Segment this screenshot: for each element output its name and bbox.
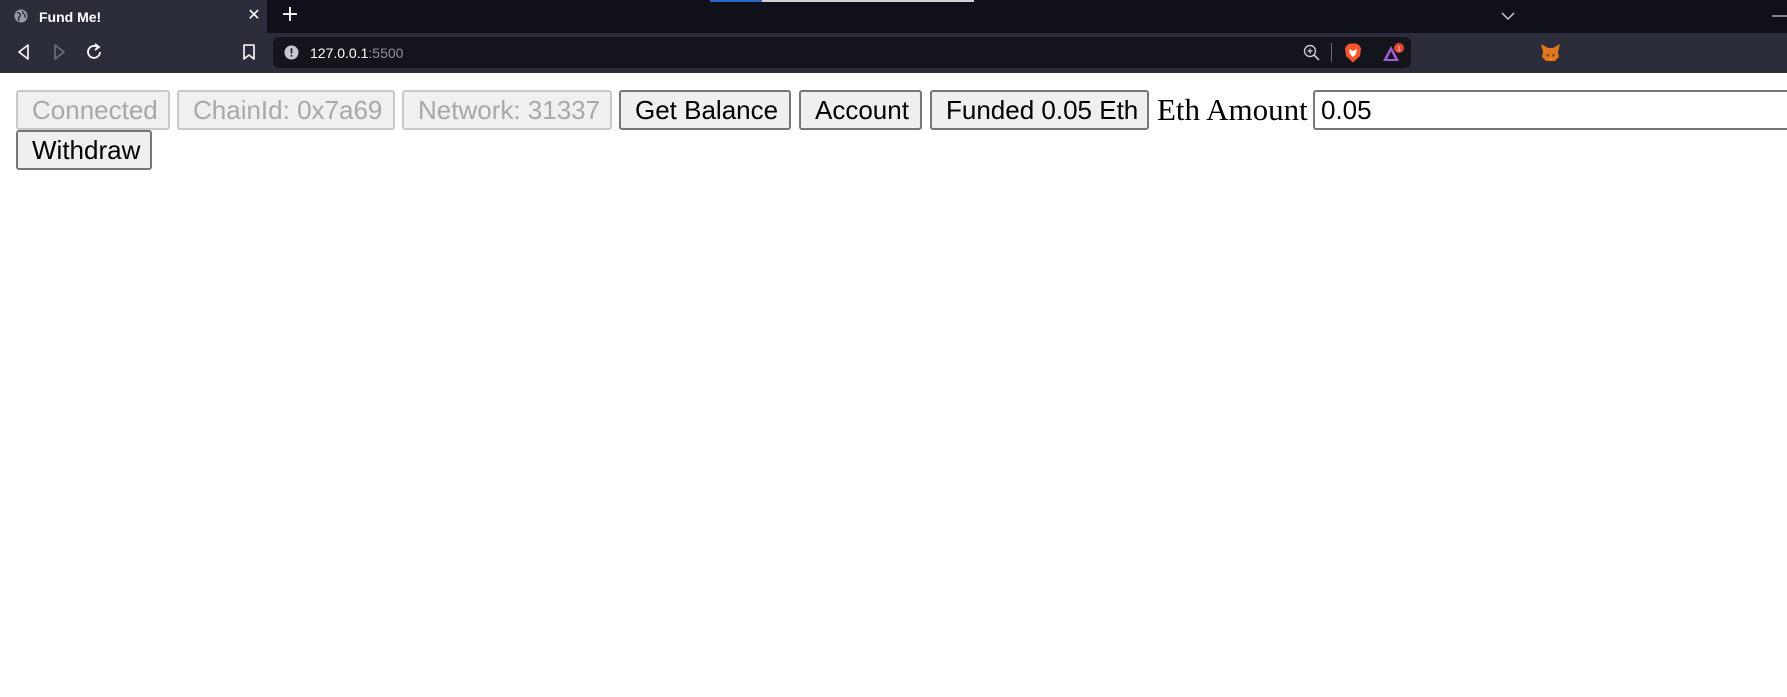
- url-host: 127.0.0.1: [310, 45, 369, 61]
- new-tab-button[interactable]: +: [280, 4, 300, 26]
- globe-icon: [14, 9, 28, 23]
- tab-fund-me[interactable]: Fund Me! ✕: [0, 0, 267, 33]
- brave-shield-icon[interactable]: [1344, 43, 1362, 63]
- info-icon[interactable]: [284, 45, 299, 60]
- browser-toolbar: 127.0.0.1:5500 1: [0, 33, 1787, 73]
- page-load-indicator: [710, 0, 762, 2]
- brave-rewards-icon[interactable]: 1: [1381, 43, 1405, 63]
- tab-title: Fund Me!: [39, 9, 102, 25]
- url-text: 127.0.0.1:5500: [310, 45, 403, 61]
- get-balance-button[interactable]: Get Balance: [619, 90, 791, 130]
- close-tab-icon[interactable]: ✕: [246, 7, 262, 25]
- back-icon[interactable]: [14, 42, 34, 62]
- eth-amount-label: Eth Amount: [1157, 92, 1308, 127]
- forward-icon[interactable]: [49, 42, 69, 62]
- chevron-down-icon[interactable]: [1498, 6, 1518, 26]
- zoom-in-icon[interactable]: [1303, 44, 1320, 61]
- address-bar[interactable]: 127.0.0.1:5500 1: [273, 37, 1411, 68]
- minimize-icon[interactable]: [1768, 6, 1787, 26]
- withdraw-row: Withdraw: [16, 130, 216, 170]
- rewards-badge-count: 1: [1397, 46, 1401, 53]
- reload-icon[interactable]: [84, 42, 104, 62]
- fund-button[interactable]: Funded 0.05 Eth: [930, 90, 1149, 130]
- chain-id-button[interactable]: ChainId: 0x7a69: [177, 90, 395, 130]
- eth-amount-input[interactable]: [1313, 90, 1787, 130]
- page-load-track: [762, 0, 974, 2]
- address-divider: [1331, 43, 1332, 62]
- network-button[interactable]: Network: 31337: [402, 90, 612, 130]
- connect-button[interactable]: Connected: [16, 90, 170, 130]
- tab-strip: Fund Me! ✕ +: [0, 0, 1787, 33]
- controls-row: Connected ChainId: 0x7a69 Network: 31337…: [16, 90, 1787, 130]
- withdraw-button[interactable]: Withdraw: [16, 130, 152, 170]
- account-button[interactable]: Account: [799, 90, 922, 130]
- url-port: :5500: [368, 45, 404, 61]
- metamask-fox-icon[interactable]: [1540, 43, 1561, 63]
- bookmark-icon[interactable]: [239, 42, 259, 62]
